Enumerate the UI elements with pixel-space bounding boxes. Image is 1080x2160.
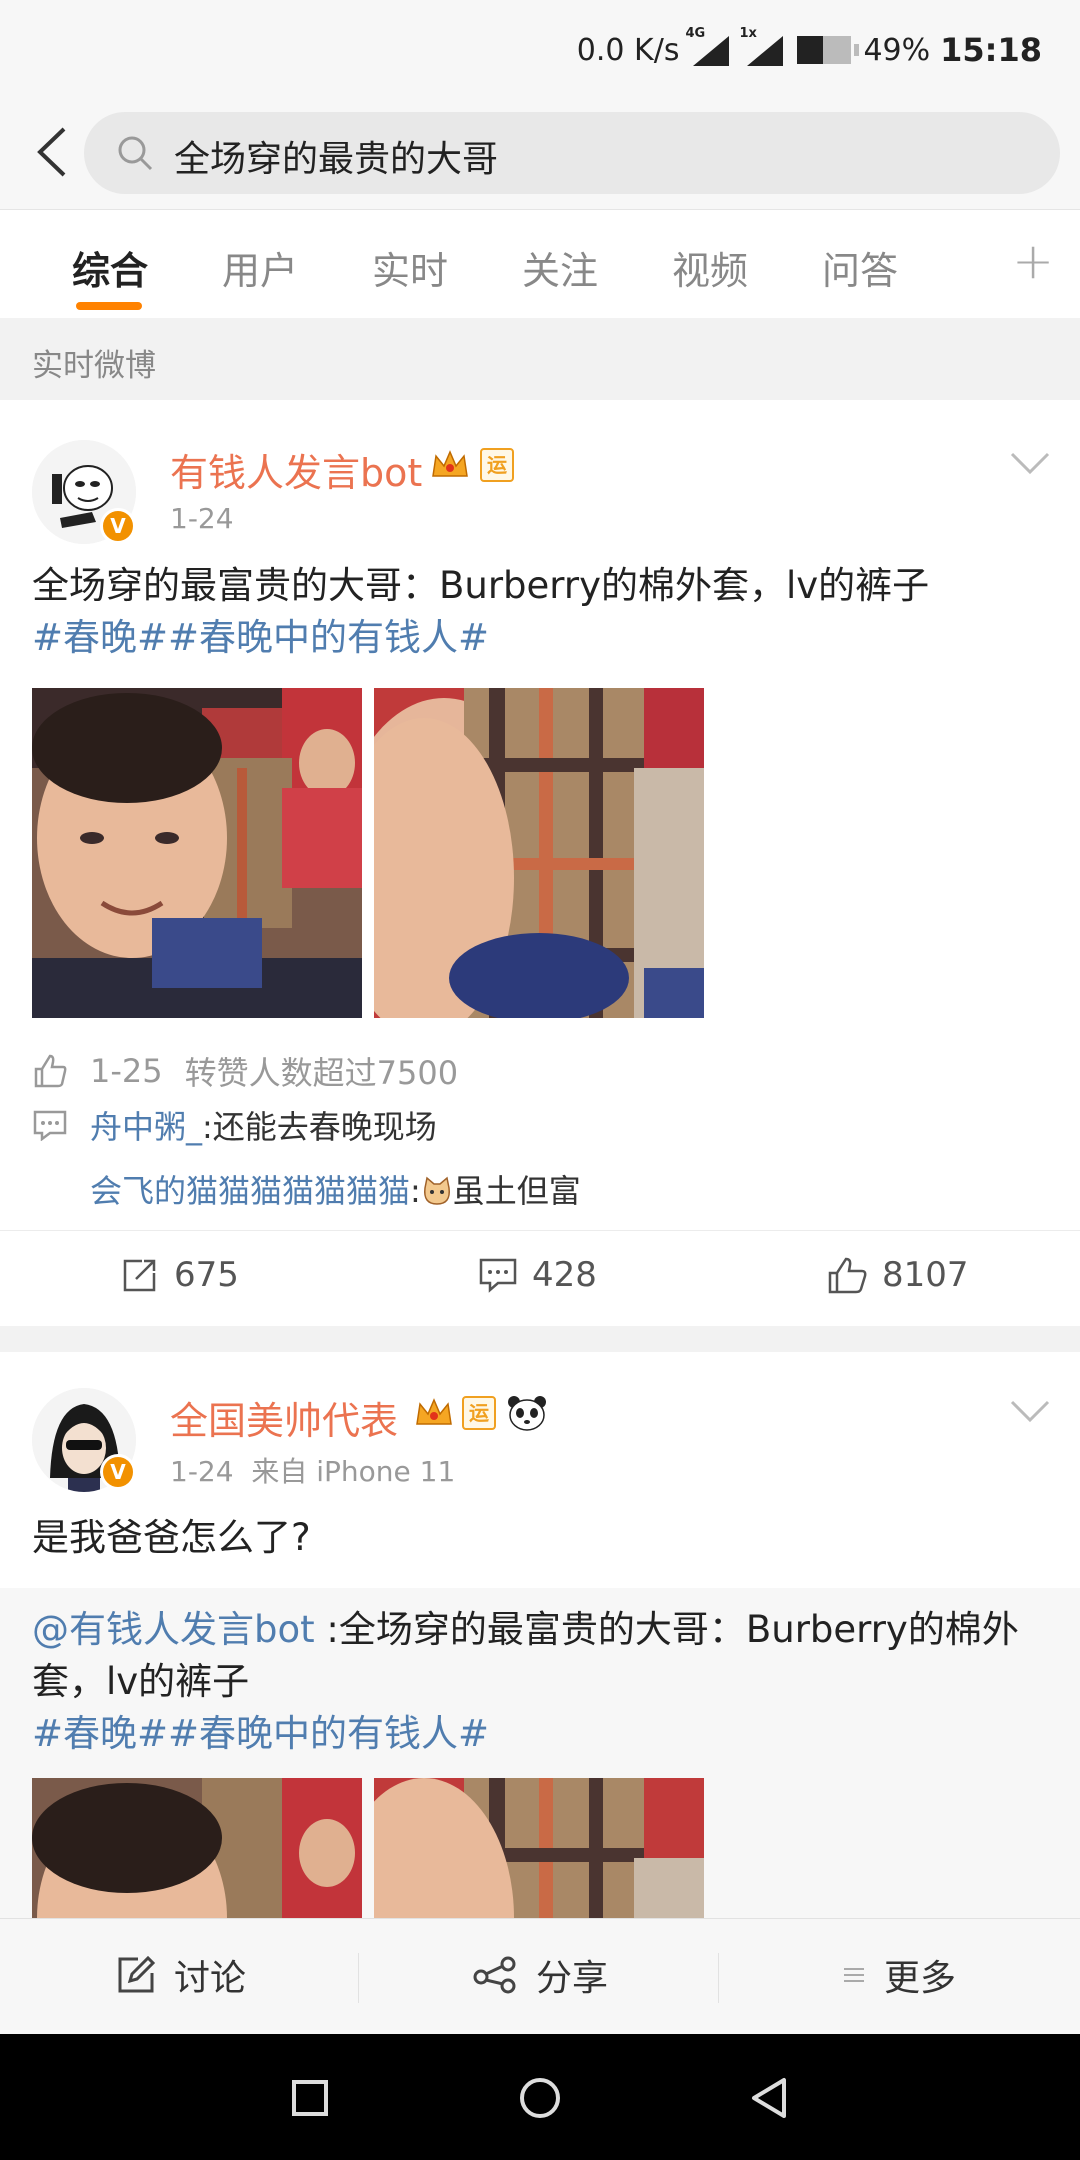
comment-button[interactable]: 428 bbox=[478, 1255, 597, 1295]
discuss-label: 讨论 bbox=[174, 1958, 247, 1999]
comment-preview-1[interactable]: 舟中粥_:还能去春晚现场 bbox=[32, 1102, 437, 1148]
battery-level: 49% bbox=[863, 32, 931, 68]
search-icon bbox=[118, 136, 153, 171]
comment-user[interactable]: 舟中粥_ bbox=[90, 1108, 202, 1146]
chevron-left-icon bbox=[37, 127, 66, 177]
comment-colon: : bbox=[410, 1172, 421, 1210]
post-text: 全场穿的最富贵的大哥：Burberry的棉外套，lv的裤子 bbox=[32, 564, 930, 607]
system-nav-bar bbox=[0, 2034, 1080, 2160]
cat-emoji-icon bbox=[423, 1176, 450, 1205]
post-username[interactable]: 有钱人发言bot bbox=[170, 442, 422, 497]
post-card[interactable]: V 有钱人发言bot 运 1-24 全场穿的最富贵的大哥：Burberry的棉外… bbox=[0, 400, 1080, 1326]
post-text: 是我爸爸怎么了? bbox=[32, 1516, 311, 1559]
tab-users[interactable]: 用户 bbox=[222, 240, 298, 295]
verified-badge-icon: V bbox=[100, 508, 136, 544]
tab-realtime[interactable]: 实时 bbox=[372, 240, 448, 295]
repost-block[interactable]: @有钱人发言bot :全场穿的最富贵的大哥：Burberry的棉外套，lv的裤子… bbox=[0, 1588, 1080, 1918]
comment-icon bbox=[479, 1258, 517, 1293]
post-image-1[interactable] bbox=[32, 688, 362, 1018]
post-divider bbox=[0, 1326, 1080, 1352]
section-title: 实时微博 bbox=[32, 348, 156, 384]
verified-badge-icon: V bbox=[100, 1454, 136, 1490]
comment-text: 虽土但富 bbox=[452, 1172, 581, 1210]
clock: 15:18 bbox=[940, 31, 1042, 69]
like-summary-date: 1-25 bbox=[90, 1052, 163, 1090]
signal-1x-icon: 1x bbox=[739, 26, 787, 68]
like-count: 8107 bbox=[882, 1255, 969, 1295]
repost-button[interactable]: 675 bbox=[120, 1255, 239, 1295]
share-label: 分享 bbox=[536, 1958, 609, 1999]
search-tabs: 综合 用户 实时 关注 视频 问答 + bbox=[0, 210, 1080, 318]
comment-preview-2[interactable]: 会飞的猫猫猫猫猫猫猫: 虽土但富 bbox=[90, 1166, 581, 1212]
add-tab-button[interactable]: + bbox=[1012, 232, 1054, 290]
back-button[interactable] bbox=[22, 120, 82, 184]
post-username[interactable]: 全国美帅代表 bbox=[170, 1390, 398, 1445]
post-card[interactable]: V 全国美帅代表 运 1-24 来自 iPhone 11 是我爸爸怎么了? @有… bbox=[0, 1352, 1080, 1918]
search-input[interactable]: 全场穿的最贵的大哥 bbox=[84, 112, 1060, 194]
like-summary: 1-25 转赞人数超过7500 bbox=[32, 1048, 458, 1094]
post-source: 来自 iPhone 11 bbox=[251, 1455, 456, 1488]
repost-body: @有钱人发言bot :全场穿的最富贵的大哥：Burberry的棉外套，lv的裤子… bbox=[32, 1604, 1048, 1760]
active-tab-indicator bbox=[76, 302, 142, 310]
status-bar: 0.0 K/s 4G 1x 49% 15:18 bbox=[0, 0, 1080, 96]
post-image-2[interactable] bbox=[374, 688, 704, 1018]
home-icon[interactable] bbox=[512, 2070, 568, 2126]
comment-count: 428 bbox=[532, 1255, 597, 1295]
repost-icon bbox=[123, 1259, 156, 1292]
toolbar-divider bbox=[718, 1953, 719, 2003]
back-nav-icon[interactable] bbox=[742, 2070, 798, 2126]
panda-icon bbox=[508, 1396, 546, 1431]
post-date: 1-24 bbox=[170, 1455, 234, 1488]
post-date: 1-24 bbox=[170, 502, 234, 535]
toolbar-divider bbox=[358, 1953, 359, 2003]
comment-user[interactable]: 会飞的猫猫猫猫猫猫猫 bbox=[90, 1172, 410, 1210]
discuss-button[interactable]: 讨论 bbox=[116, 1949, 246, 2001]
like-button[interactable]: 8107 bbox=[826, 1255, 969, 1295]
post-body: 全场穿的最富贵的大哥：Burberry的棉外套，lv的裤子 #春晚##春晚中的有… bbox=[32, 560, 1048, 664]
comment-text: :还能去春晚现场 bbox=[202, 1108, 437, 1146]
share-icon bbox=[473, 1956, 516, 1994]
thumbs-up-icon bbox=[34, 1054, 67, 1088]
crown-icon bbox=[432, 450, 468, 477]
member-badge-icon: 运 bbox=[462, 1396, 496, 1430]
thumbs-up-icon bbox=[828, 1257, 867, 1294]
bottom-toolbar: 讨论 分享 更多 bbox=[0, 1918, 1080, 2034]
repost-image-2[interactable] bbox=[374, 1778, 704, 1918]
network-speed: 0.0 K/s bbox=[576, 32, 680, 68]
share-button[interactable]: 分享 bbox=[472, 1949, 608, 2001]
repost-image-1[interactable] bbox=[32, 1778, 362, 1918]
comment-icon bbox=[33, 1110, 67, 1141]
more-button[interactable]: 更多 bbox=[842, 1949, 956, 2001]
battery-icon bbox=[797, 36, 860, 64]
chevron-down-icon[interactable] bbox=[1010, 1400, 1050, 1424]
signal-4g-icon: 4G bbox=[685, 26, 733, 68]
tab-comprehensive[interactable]: 综合 bbox=[72, 240, 148, 295]
tab-following[interactable]: 关注 bbox=[522, 240, 598, 295]
tab-qa[interactable]: 问答 bbox=[822, 240, 898, 295]
edit-icon bbox=[118, 1955, 156, 1993]
like-summary-text: 转赞人数超过7500 bbox=[184, 1054, 459, 1092]
repost-hashtags[interactable]: #春晚##春晚中的有钱人# bbox=[32, 1708, 1048, 1760]
repost-count: 675 bbox=[174, 1255, 239, 1295]
more-label: 更多 bbox=[884, 1958, 957, 1999]
crown-icon bbox=[416, 1398, 452, 1425]
member-badge-icon: 运 bbox=[480, 448, 514, 482]
chevron-down-icon[interactable] bbox=[1010, 452, 1050, 476]
section-header: 实时微博 bbox=[0, 318, 1080, 400]
recent-apps-icon[interactable] bbox=[282, 2070, 338, 2126]
post-meta: 1-24 来自 iPhone 11 bbox=[170, 1450, 455, 1490]
post-action-bar: 675 428 8107 bbox=[0, 1230, 1080, 1326]
search-query: 全场穿的最贵的大哥 bbox=[174, 139, 499, 180]
post-hashtags[interactable]: #春晚##春晚中的有钱人# bbox=[32, 612, 1048, 664]
menu-icon bbox=[844, 1968, 864, 1982]
tab-video[interactable]: 视频 bbox=[672, 240, 748, 295]
repost-user[interactable]: @有钱人发言bot bbox=[32, 1608, 315, 1651]
search-header: 全场穿的最贵的大哥 bbox=[0, 96, 1080, 210]
